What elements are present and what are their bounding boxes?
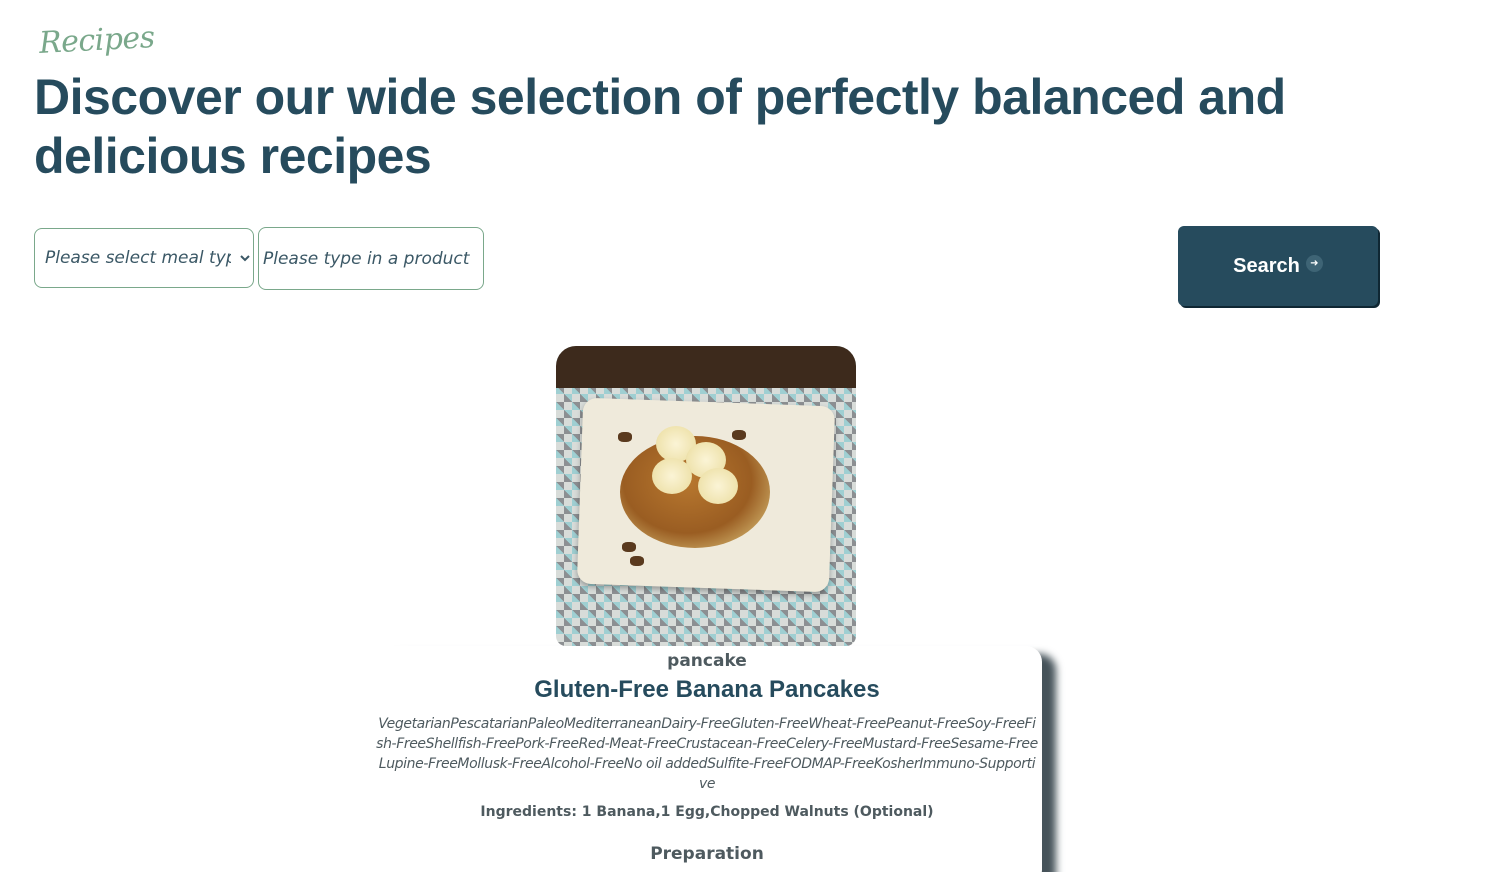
recipe-ingredients: Ingredients: 1 Banana,1 Egg,Chopped Waln… [480, 804, 934, 820]
recipe-card[interactable]: pancake Gluten-Free Banana Pancakes Vege… [372, 646, 1042, 872]
image-walnut [732, 430, 746, 440]
image-table-edge [556, 346, 856, 388]
image-walnut [630, 556, 644, 566]
image-walnut [622, 542, 636, 552]
image-banana-slice [652, 458, 692, 494]
recipe-image[interactable] [556, 346, 856, 646]
product-search-input[interactable] [258, 227, 484, 290]
section-eyebrow: Recipes [38, 19, 156, 61]
recipes-page: Recipes Discover our wide selection of p… [0, 0, 1512, 872]
image-walnut [618, 432, 632, 442]
image-banana-slice [698, 468, 738, 504]
recipe-health-labels: VegetarianPescatarianPaleoMediterraneanD… [376, 716, 1038, 792]
search-button[interactable]: Search ➜ [1178, 226, 1378, 306]
meal-type-select[interactable]: Please select meal type [35, 229, 253, 287]
search-button-label: Search [1233, 254, 1300, 277]
recipe-preparation-heading: Preparation [650, 844, 764, 864]
recipe-category: pancake [667, 651, 747, 671]
arrow-right-circle-icon: ➜ [1305, 254, 1323, 272]
recipe-title[interactable]: Gluten-Free Banana Pancakes [372, 676, 1042, 704]
page-title: Discover our wide selection of perfectly… [34, 69, 1286, 184]
meal-type-select-wrapper: Please select meal type [34, 228, 254, 288]
